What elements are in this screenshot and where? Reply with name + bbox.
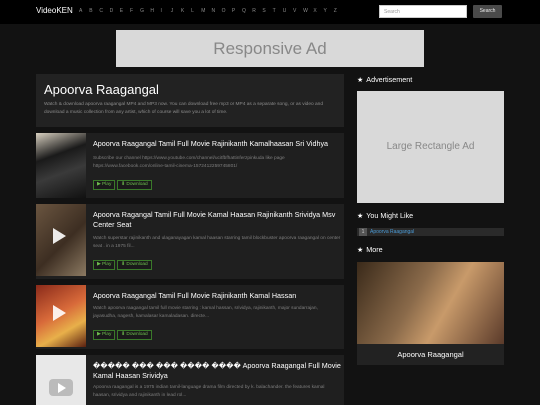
intro-text: Watch & download apoorva raagangal MP4 a… <box>44 102 324 116</box>
star-icon: ★ <box>357 77 364 84</box>
letter-link[interactable]: F <box>130 8 140 14</box>
letter-link[interactable]: A <box>79 8 89 14</box>
letter-link[interactable]: H <box>150 8 160 14</box>
letter-link[interactable]: J <box>171 8 181 14</box>
more-caption[interactable]: Apoorva Raagangal <box>357 344 504 365</box>
video-thumbnail[interactable] <box>36 133 86 198</box>
letter-link[interactable]: D <box>110 8 120 14</box>
letter-link[interactable]: Y <box>324 8 334 14</box>
download-button[interactable]: ⬇ Download <box>117 330 152 340</box>
video-title[interactable]: Apoorva Raagangal Tamil Full Movie Rajin… <box>93 139 341 149</box>
letter-link[interactable]: X <box>313 8 323 14</box>
letter-link[interactable]: E <box>120 8 130 14</box>
item-number: 1 <box>359 228 367 236</box>
letter-link[interactable]: B <box>89 8 99 14</box>
video-item[interactable]: Apoorva Ragangal Tamil Full Movie Kamal … <box>36 204 344 279</box>
search-input[interactable]: Search <box>379 5 467 18</box>
letter-link[interactable]: K <box>181 8 191 14</box>
video-item[interactable]: Apoorva Raagangal Tamil Full Movie Rajin… <box>36 285 344 349</box>
star-icon: ★ <box>357 247 364 254</box>
more-heading: ★ More <box>357 245 383 254</box>
play-button[interactable]: ▶ Play <box>93 180 116 190</box>
letter-link[interactable]: S <box>262 8 272 14</box>
video-thumbnail[interactable] <box>36 355 86 405</box>
download-button[interactable]: ⬇ Download <box>117 180 152 190</box>
video-description: Watch apoorva raagangal tamil full movie… <box>93 306 318 319</box>
video-item[interactable]: ����� ��� ��� ���� ���� Apoorva Raaganga… <box>36 355 344 405</box>
like-item-link[interactable]: Apoorva Raagangal <box>370 229 414 235</box>
play-icon <box>53 305 66 321</box>
intro-panel: Apoorva Raagangal Watch & download apoor… <box>36 74 344 127</box>
letter-link[interactable]: R <box>252 8 262 14</box>
play-button[interactable]: ▶ Play <box>93 330 116 340</box>
play-button[interactable]: ▶ Play <box>93 260 116 270</box>
letter-link[interactable]: C <box>99 8 109 14</box>
letter-link[interactable]: M <box>201 8 211 14</box>
play-icon <box>53 228 66 244</box>
letter-link[interactable]: W <box>303 8 313 14</box>
video-item[interactable]: Apoorva Raagangal Tamil Full Movie Rajin… <box>36 133 344 198</box>
letter-link[interactable]: I <box>161 8 171 14</box>
page-title: Apoorva Raagangal <box>44 82 159 97</box>
letter-link[interactable]: G <box>140 8 150 14</box>
advertisement-heading: ★ Advertisement <box>357 75 413 84</box>
video-description: Apoorva raagangal is a 1975 indian tamil… <box>93 385 325 398</box>
letter-link[interactable]: O <box>222 8 232 14</box>
letter-link[interactable]: T <box>273 8 283 14</box>
letter-link[interactable]: L <box>191 8 201 14</box>
video-thumbnail[interactable] <box>36 285 86 347</box>
letter-link[interactable]: V <box>293 8 303 14</box>
video-description: Watch superstar rajinikanth and ulaganay… <box>93 236 341 249</box>
search-button[interactable]: Search <box>473 5 502 18</box>
letter-link[interactable]: Z <box>334 8 344 14</box>
alphabet-nav: ABCDEFGHIJKLMNOPQRSTUVWXYZ <box>79 8 344 14</box>
responsive-ad[interactable]: Responsive Ad <box>116 30 424 67</box>
like-list-item[interactable]: 1 Apoorva Raagangal <box>357 228 504 236</box>
letter-link[interactable]: P <box>232 8 242 14</box>
top-navbar: VideoKEN ABCDEFGHIJKLMNOPQRSTUVWXYZ Sear… <box>0 0 540 24</box>
youtube-play-icon <box>49 379 73 396</box>
download-button[interactable]: ⬇ Download <box>117 260 152 270</box>
more-thumbnail[interactable] <box>357 262 504 344</box>
you-might-like-heading: ★ You Might Like <box>357 211 414 220</box>
video-description: Subscribe our channel https://www.youtub… <box>93 156 285 169</box>
large-rectangle-ad[interactable]: Large Rectangle Ad <box>357 91 504 203</box>
video-thumbnail[interactable] <box>36 204 86 276</box>
site-logo[interactable]: VideoKEN <box>36 6 73 15</box>
star-icon: ★ <box>357 213 364 220</box>
video-title[interactable]: Apoorva Ragangal Tamil Full Movie Kamal … <box>93 210 341 230</box>
video-title[interactable]: Apoorva Raagangal Tamil Full Movie Rajin… <box>93 291 341 301</box>
video-title[interactable]: ����� ��� ��� ���� ���� Apoorva Raaganga… <box>93 361 341 381</box>
letter-link[interactable]: Q <box>242 8 252 14</box>
letter-link[interactable]: N <box>211 8 221 14</box>
letter-link[interactable]: U <box>283 8 293 14</box>
